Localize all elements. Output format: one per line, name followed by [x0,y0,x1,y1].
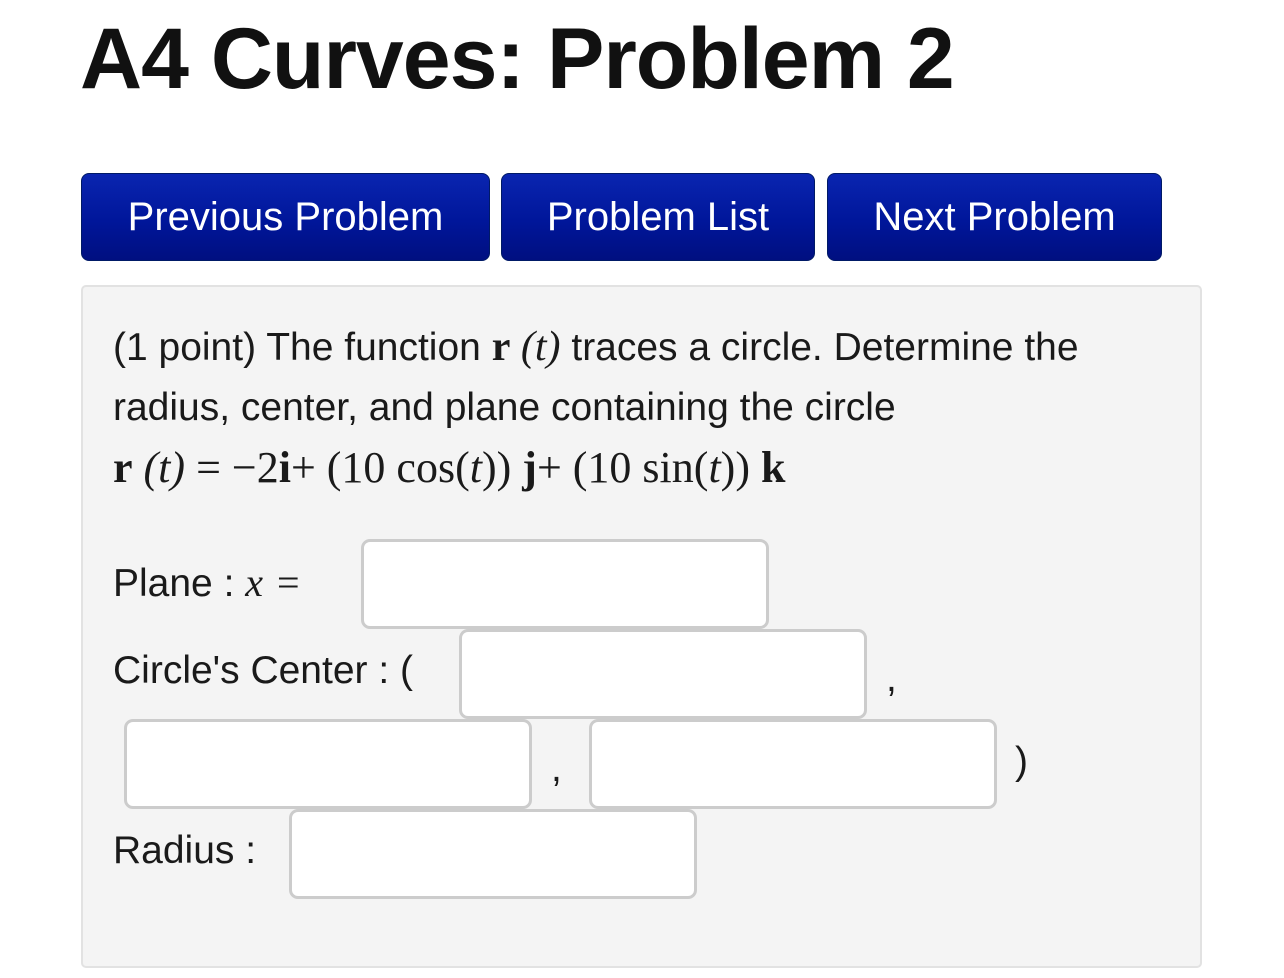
center-x-input[interactable] [459,629,867,719]
statement-text-2: traces a circle. Determine the radius, c… [113,326,1079,429]
page-title: A4 Curves: Problem 2 [80,11,955,107]
next-problem-button[interactable]: Next Problem [827,173,1162,261]
plane-equals: = [277,560,300,605]
circle-formula: r (t) = −2i+ (10 cos(t)) j+ (10 sin(t)) … [113,443,786,492]
statement-text-1: The function [266,326,481,369]
plane-label: Plane : x = [113,560,300,605]
radius-input[interactable] [289,809,697,899]
problem-statement: (1 point) The function r (t) traces a ci… [113,317,1173,500]
inline-r-of-t: r (t) [492,324,561,370]
t-argument: (t) [520,324,561,370]
page: A4 Curves: Problem 2 Previous Problem Pr… [0,0,1284,978]
center-comma-2: , [551,747,562,790]
plane-variable: x [245,560,264,605]
plane-input[interactable] [361,539,769,629]
problem-points: (1 point) [113,326,257,369]
problem-panel: (1 point) The function r (t) traces a ci… [81,285,1202,968]
problem-list-button[interactable]: Problem List [501,173,815,261]
circle-center-label: Circle's Center : ( [113,649,414,692]
center-comma-1: , [886,657,897,700]
center-y-input[interactable] [124,719,532,809]
center-close-paren: ) [1015,740,1028,783]
previous-problem-button[interactable]: Previous Problem [81,173,490,261]
r-vector-symbol: r [491,324,511,370]
center-z-input[interactable] [589,719,997,809]
radius-label: Radius : [113,829,257,872]
